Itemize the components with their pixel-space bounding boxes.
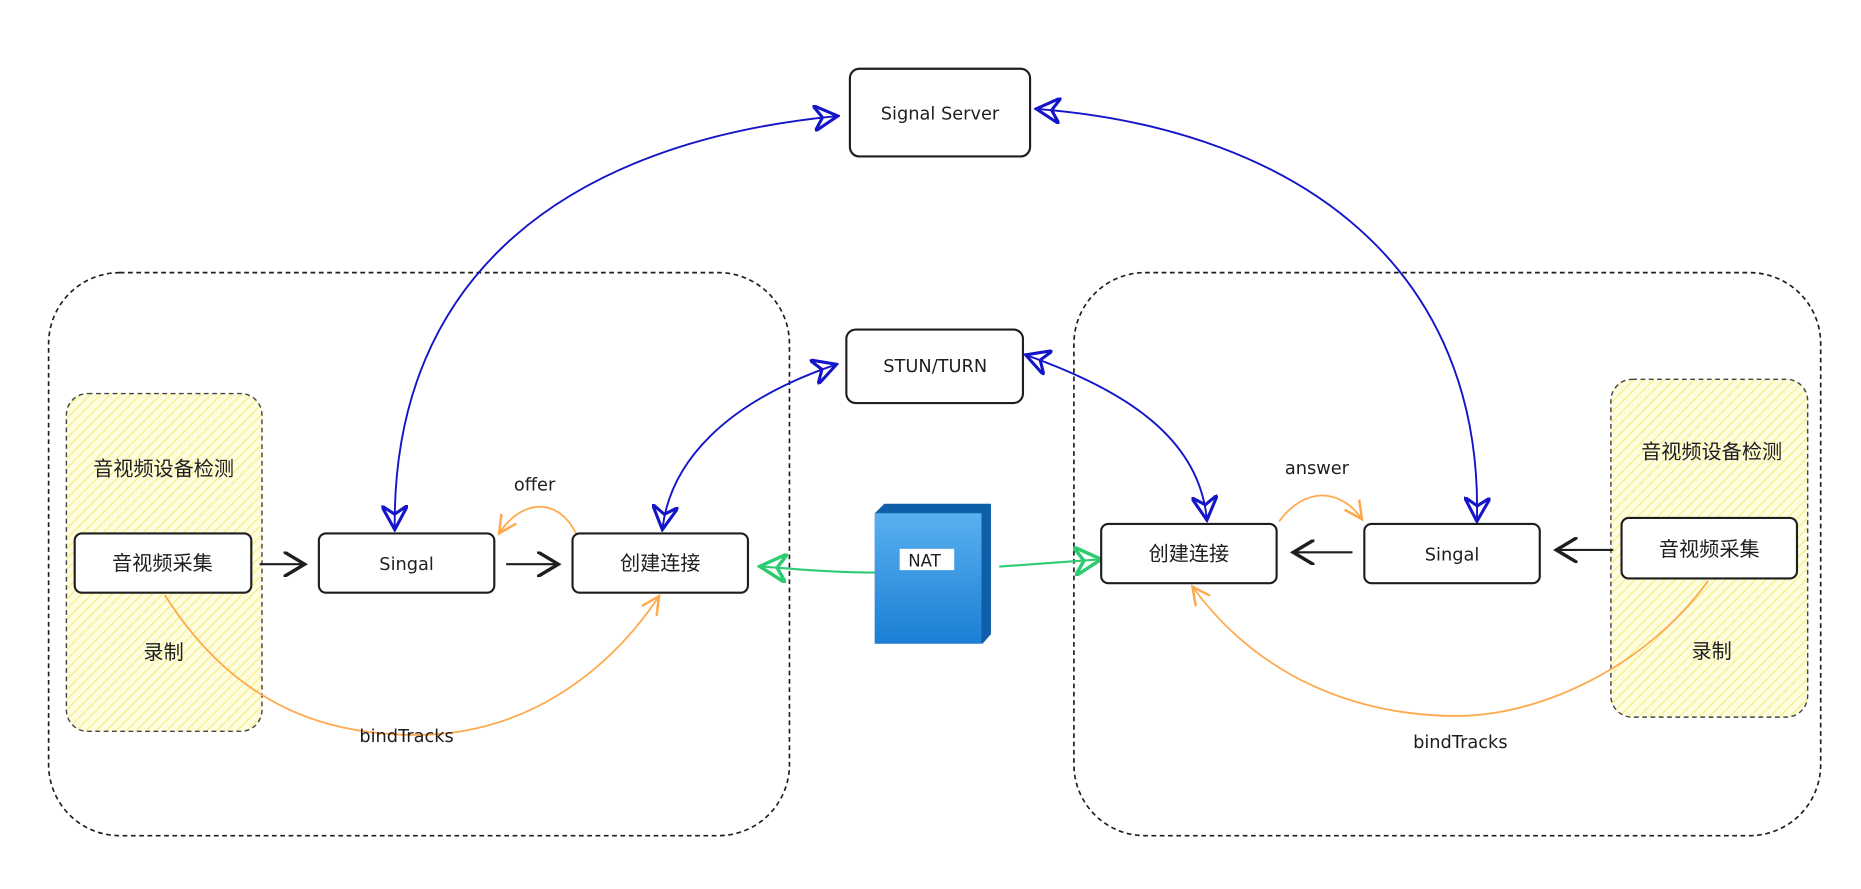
right-device-detect-label: 音视频设备检测: [1641, 440, 1782, 464]
bindtracks-left-label: bindTracks: [359, 726, 454, 747]
edge-stun-right-connect: [1028, 356, 1207, 518]
right-signal-node[interactable]: Singal: [1363, 522, 1541, 585]
edge-nat-right: [999, 559, 1099, 566]
signal-server-node[interactable]: Signal Server: [848, 67, 1032, 158]
stun-turn-node[interactable]: STUN/TURN: [845, 328, 1025, 405]
edge-answer: [1278, 494, 1362, 523]
bindtracks-right-label: bindTracks: [1413, 732, 1508, 753]
left-record-label: 录制: [143, 640, 183, 664]
edge-signal-server-right-signal: [1038, 109, 1477, 519]
left-capture-label: 音视频采集: [112, 551, 213, 575]
left-connect-label: 创建连接: [620, 551, 701, 575]
edge-stun-left-connect: [663, 365, 835, 527]
right-capture-label: 音视频采集: [1659, 537, 1760, 561]
webrtc-diagram: Signal Server STUN/TURN 音视频设备检测 录制 音视频采集…: [47, 67, 1822, 837]
right-connect-label: 创建连接: [1149, 542, 1230, 566]
edge-nat-left: [762, 567, 875, 573]
stun-turn-label: STUN/TURN: [883, 356, 987, 377]
edge-signal-server-left-signal: [395, 116, 836, 527]
signal-server-label: Signal Server: [881, 104, 1000, 125]
nat-book-icon: [874, 513, 982, 644]
right-signal-label: Singal: [1425, 545, 1480, 566]
offer-label: offer: [514, 475, 556, 496]
left-capture-node[interactable]: 音视频采集: [73, 532, 253, 594]
edge-offer: [499, 506, 577, 534]
left-device-detect-label: 音视频设备检测: [93, 456, 234, 480]
left-signal-label: Singal: [379, 554, 434, 575]
right-record-label: 录制: [1691, 639, 1731, 663]
left-connect-node[interactable]: 创建连接: [571, 532, 750, 594]
nat-node[interactable]: NAT: [874, 503, 991, 644]
left-signal-node[interactable]: Singal: [317, 532, 496, 594]
right-connect-node[interactable]: 创建连接: [1100, 522, 1278, 585]
nat-label: NAT: [908, 552, 941, 571]
right-capture-node[interactable]: 音视频采集: [1620, 516, 1799, 580]
answer-label: answer: [1285, 458, 1350, 479]
